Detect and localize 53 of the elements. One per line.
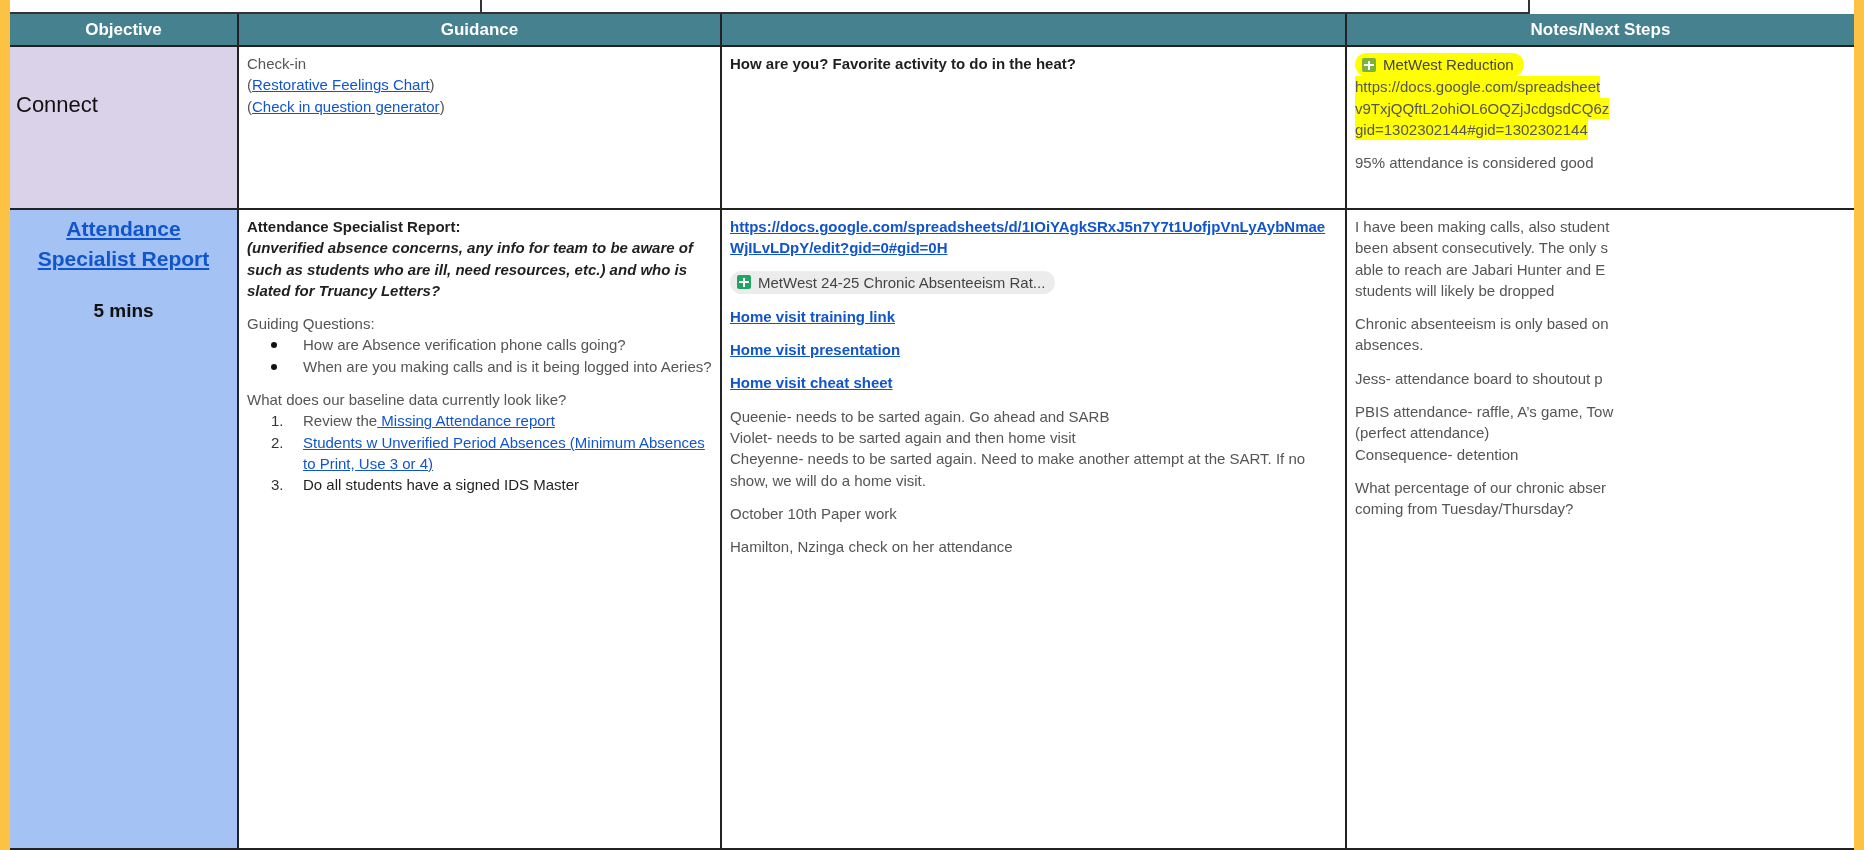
note-line: 95% attendance is considered good	[1355, 153, 1594, 174]
list-number: 1.	[270, 411, 285, 432]
note-line: What percentage of our chronic abser	[1355, 477, 1606, 498]
cell-text: Cheyenne- needs to be sarted again. Need to make another attempt at the SART. If no show, we will do a home visit.	[730, 449, 1307, 491]
link[interactable]: https://docs.google.com/spreadsheets/d/1IOiYAgkSRxJ5n7Y7t1UofjpVnLyAybNmaeWjILvLDpY/edit?gid=0#gid=0H	[730, 216, 1337, 259]
file-chip[interactable]: MetWest 24-25 Chronic Absenteeism Rat...	[730, 270, 1056, 294]
link[interactable]: Home visit cheat sheet	[730, 372, 893, 394]
objective-link[interactable]: Attendance Specialist Report	[18, 214, 229, 274]
note-line: coming from Tuesday/Thursday?	[1355, 499, 1574, 520]
cell-text: Attendance Specialist Report:	[247, 217, 461, 237]
column-header: Objective	[10, 14, 239, 47]
objective-label: Connect	[16, 91, 98, 119]
note-line: Chronic absenteeism is only based on	[1355, 314, 1609, 335]
link[interactable]: Restorative Feelings Chart	[252, 76, 430, 94]
link[interactable]: Check in question generator	[252, 97, 440, 115]
list-item-text: When are you making calls and is it being logged into Aeries?	[303, 356, 712, 377]
list-item-text: Review the Missing Attendance report	[303, 411, 556, 432]
cell-text: (unverified absence concerns, any info for team to be aware of such as students who are ill, need resources, etc.) and who is slated for Truancy Letters?	[247, 238, 695, 301]
bullet-icon	[271, 342, 277, 349]
note-line: I have been making calls, also student	[1355, 217, 1610, 237]
note-line: PBIS attendance- raffle, A’s game, Tow	[1355, 402, 1614, 423]
cell-text: Queenie- needs to be sarted again. Go ahead and SARB	[730, 406, 1110, 427]
link[interactable]: Missing Attendance report	[377, 412, 555, 430]
cell-text: (Restorative Feelings Chart)	[247, 75, 435, 96]
cell-text: Violet- needs to be sarted again and then home visit	[730, 428, 1076, 449]
spreadsheet-icon	[736, 274, 752, 291]
note-line: Jess- attendance board to shoutout p	[1355, 368, 1603, 389]
cell-text: Check-in	[247, 54, 307, 74]
link[interactable]: Home visit training link	[730, 305, 896, 328]
link[interactable]: Home visit presentation	[730, 339, 901, 361]
note-line: students will likely be dropped	[1355, 280, 1555, 301]
link[interactable]: Students w Unverified Period Absences (Minimum Absences to Print, Use 3 or 4)	[303, 431, 712, 475]
cell-text: October 10th Paper work	[730, 503, 897, 524]
note-line: been absent consecutively. The only s	[1355, 238, 1608, 259]
note-line: able to reach are Jabari Hunter and E	[1355, 259, 1606, 280]
cell-text: How are you? Favorite activity to do in the heat?	[730, 54, 1076, 74]
note-line: (perfect attendance)	[1355, 423, 1490, 444]
cell-text: (Check in question generator)	[247, 96, 445, 117]
cell-text: Guiding Questions:	[247, 314, 375, 335]
list-item-text: Do all students have a signed IDS Master	[303, 475, 580, 496]
spreadsheet-icon	[1361, 56, 1377, 73]
file-chip[interactable]: MetWest Reduction	[1355, 53, 1524, 77]
bullet-icon	[271, 363, 277, 370]
cell-text: Hamilton, Nzinga check on her attendance	[730, 537, 1013, 558]
cell-text: What does our baseline data currently look like?	[247, 390, 567, 411]
objective-label: 5 mins	[93, 298, 154, 323]
list-number: 3.	[270, 475, 285, 496]
note-line: Consequence- detention	[1355, 444, 1519, 465]
list-number: 2.	[270, 432, 285, 453]
list-item-text: How are Absence verification phone calls going?	[303, 335, 627, 356]
column-header: Guidance	[239, 14, 722, 47]
column-header: Notes/Next Steps	[1347, 14, 1854, 47]
note-line: absences.	[1355, 335, 1424, 356]
